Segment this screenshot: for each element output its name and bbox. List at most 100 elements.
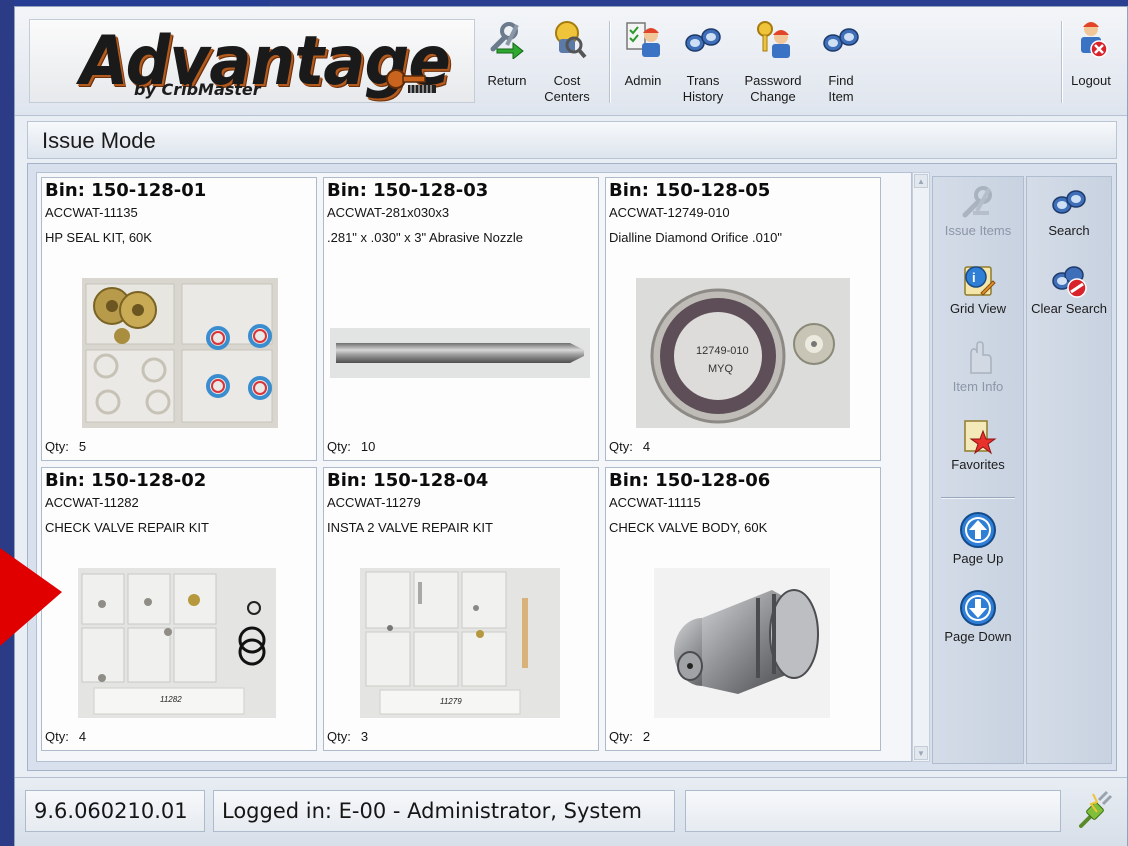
- return-label: Return: [487, 73, 527, 88]
- check-valve-kit-photo: 11282: [78, 568, 276, 718]
- item-info-hand-icon: [970, 341, 992, 374]
- bin-label: Bin: 150-128-02: [45, 470, 207, 491]
- logo-byline: by CribMaster: [134, 80, 261, 99]
- part-number: ACCWAT-11135: [45, 205, 138, 220]
- password-change-label: Password Change: [744, 73, 802, 104]
- search-panel: Search Clear Search: [1026, 176, 1112, 764]
- action-panel: Issue Items i Grid View Item Info Favori…: [932, 176, 1024, 764]
- valve-body-photo: [654, 568, 830, 718]
- item-description: CHECK VALVE BODY, 60K: [609, 520, 768, 535]
- item-grid: Bin: 150-128-01 ACCWAT-11135 HP SEAL KIT…: [36, 172, 912, 762]
- quantity: Qty: 4: [45, 729, 86, 744]
- orifice-label-line2: MYQ: [708, 363, 734, 375]
- nozzle-photo: [330, 328, 590, 378]
- item-info-button[interactable]: Item Info: [934, 339, 1022, 394]
- page-down-label: Page Down: [944, 629, 1012, 644]
- search-label: Search: [1048, 223, 1090, 238]
- grid-view-label: Grid View: [949, 301, 1007, 316]
- cost-centers-label: Cost Centers: [544, 73, 590, 104]
- cost-centers-button[interactable]: Cost Centers: [535, 17, 599, 109]
- qty-value: 4: [78, 729, 87, 744]
- scroll-up-arrow[interactable]: ▲: [914, 174, 928, 188]
- trans-history-label: Trans History: [682, 73, 724, 104]
- toolbar-divider: [609, 21, 610, 103]
- quantity: Qty: 2: [609, 729, 650, 744]
- find-item-button[interactable]: Find Item: [809, 17, 873, 109]
- desktop-backdrop-edge: [0, 0, 14, 846]
- status-bar: 9.6.060210.01 Logged in: E-00 - Administ…: [15, 777, 1127, 846]
- clear-search-button[interactable]: Clear Search: [1025, 261, 1113, 316]
- qty-value: 5: [78, 439, 87, 454]
- find-item-label: Find Item: [828, 73, 854, 104]
- quantity: Qty: 3: [327, 729, 368, 744]
- grid-view-icon: i: [964, 266, 996, 296]
- clear-search-icon: [1052, 266, 1087, 298]
- seal-kit-photo: [82, 278, 278, 428]
- content-frame: Bin: 150-128-01 ACCWAT-11135 HP SEAL KIT…: [27, 163, 1117, 771]
- grid-view-button[interactable]: i Grid View: [934, 261, 1022, 316]
- part-number: ACCWAT-281x030x3: [327, 205, 450, 220]
- connection-plug-icon: [1079, 790, 1113, 828]
- item-card[interactable]: Bin: 150-128-03 ACCWAT-281x030x3 .281" x…: [323, 177, 599, 461]
- panel-divider: [941, 497, 1015, 498]
- part-number: ACCWAT-11279: [327, 495, 421, 510]
- item-description: INSTA 2 VALVE REPAIR KIT: [327, 520, 493, 535]
- issue-items-button[interactable]: Issue Items: [934, 183, 1022, 238]
- search-button[interactable]: Search: [1025, 183, 1113, 238]
- status-message: [685, 790, 1061, 832]
- scroll-down-arrow[interactable]: ▼: [914, 746, 928, 760]
- arrow-down-circle-icon: [960, 590, 996, 626]
- return-tools-icon: [490, 22, 524, 59]
- favorites-button[interactable]: Favorites: [934, 417, 1022, 472]
- qty-label: Qty:: [45, 439, 69, 454]
- item-info-label: Item Info: [952, 379, 1004, 394]
- item-card[interactable]: Bin: 150-128-02 ACCWAT-11282 CHECK VALVE…: [41, 467, 317, 751]
- trans-history-button[interactable]: Trans History: [671, 17, 735, 109]
- logout-user-icon: [1081, 22, 1108, 58]
- password-change-button[interactable]: Password Change: [741, 17, 805, 109]
- quantity: Qty: 5: [45, 439, 86, 454]
- page-title: Issue Mode: [42, 128, 156, 153]
- item-card[interactable]: Bin: 150-128-06 ACCWAT-11115 CHECK VALVE…: [605, 467, 881, 751]
- logged-in-display: Logged in: E-00 - Administrator, System: [213, 790, 675, 832]
- bin-label: Bin: 150-128-03: [327, 180, 489, 201]
- item-card[interactable]: Bin: 150-128-01 ACCWAT-11135 HP SEAL KIT…: [41, 177, 317, 461]
- qty-value: 10: [360, 439, 376, 454]
- binoculars-icon: [823, 28, 859, 52]
- page-down-button[interactable]: Page Down: [934, 589, 1022, 644]
- item-description: HP SEAL KIT, 60K: [45, 230, 152, 245]
- header-toolbar: Advantage by CribMaster Return Cost Cent…: [15, 7, 1127, 116]
- logout-button[interactable]: Logout: [1059, 17, 1123, 109]
- arrow-up-circle-icon: [960, 512, 996, 548]
- app-window: Advantage by CribMaster Return Cost Cent…: [14, 6, 1128, 846]
- search-binoculars-icon: [1052, 190, 1086, 214]
- quantity: Qty: 10: [327, 439, 375, 454]
- part-number: ACCWAT-11282: [45, 495, 139, 510]
- item-description: .281" x .030" x 3" Abrasive Nozzle: [327, 230, 523, 245]
- admin-button[interactable]: Admin: [611, 17, 675, 109]
- binoculars-icon: [685, 28, 721, 52]
- logo-key-icon: [386, 69, 436, 93]
- favorites-label: Favorites: [951, 457, 1005, 472]
- part-number: ACCWAT-11115: [609, 495, 701, 510]
- quantity: Qty: 4: [609, 439, 650, 454]
- qty-value: 3: [360, 729, 369, 744]
- page-up-button[interactable]: Page Up: [934, 511, 1022, 566]
- qty-value: 2: [642, 729, 651, 744]
- part-number: ACCWAT-12749-010: [609, 205, 730, 220]
- admin-clipboard-icon: [626, 22, 660, 57]
- orifice-label-line1: 12749-010: [696, 345, 749, 357]
- grid-scrollbar[interactable]: ▲ ▼: [912, 172, 930, 762]
- password-key-icon: [757, 21, 790, 58]
- qty-label: Qty:: [45, 729, 69, 744]
- cost-centers-icon: [555, 21, 587, 59]
- return-button[interactable]: Return: [475, 17, 539, 109]
- app-logo: Advantage by CribMaster: [29, 19, 475, 103]
- item-card[interactable]: Bin: 150-128-04 ACCWAT-11279 INSTA 2 VAL…: [323, 467, 599, 751]
- insta-valve-kit-photo: 11279: [360, 568, 560, 718]
- issue-items-label: Issue Items: [944, 223, 1012, 238]
- clear-search-label: Clear Search: [1031, 301, 1107, 316]
- qty-label: Qty:: [609, 729, 633, 744]
- item-card[interactable]: Bin: 150-128-05 ACCWAT-12749-010 Diallin…: [605, 177, 881, 461]
- admin-label: Admin: [624, 73, 662, 88]
